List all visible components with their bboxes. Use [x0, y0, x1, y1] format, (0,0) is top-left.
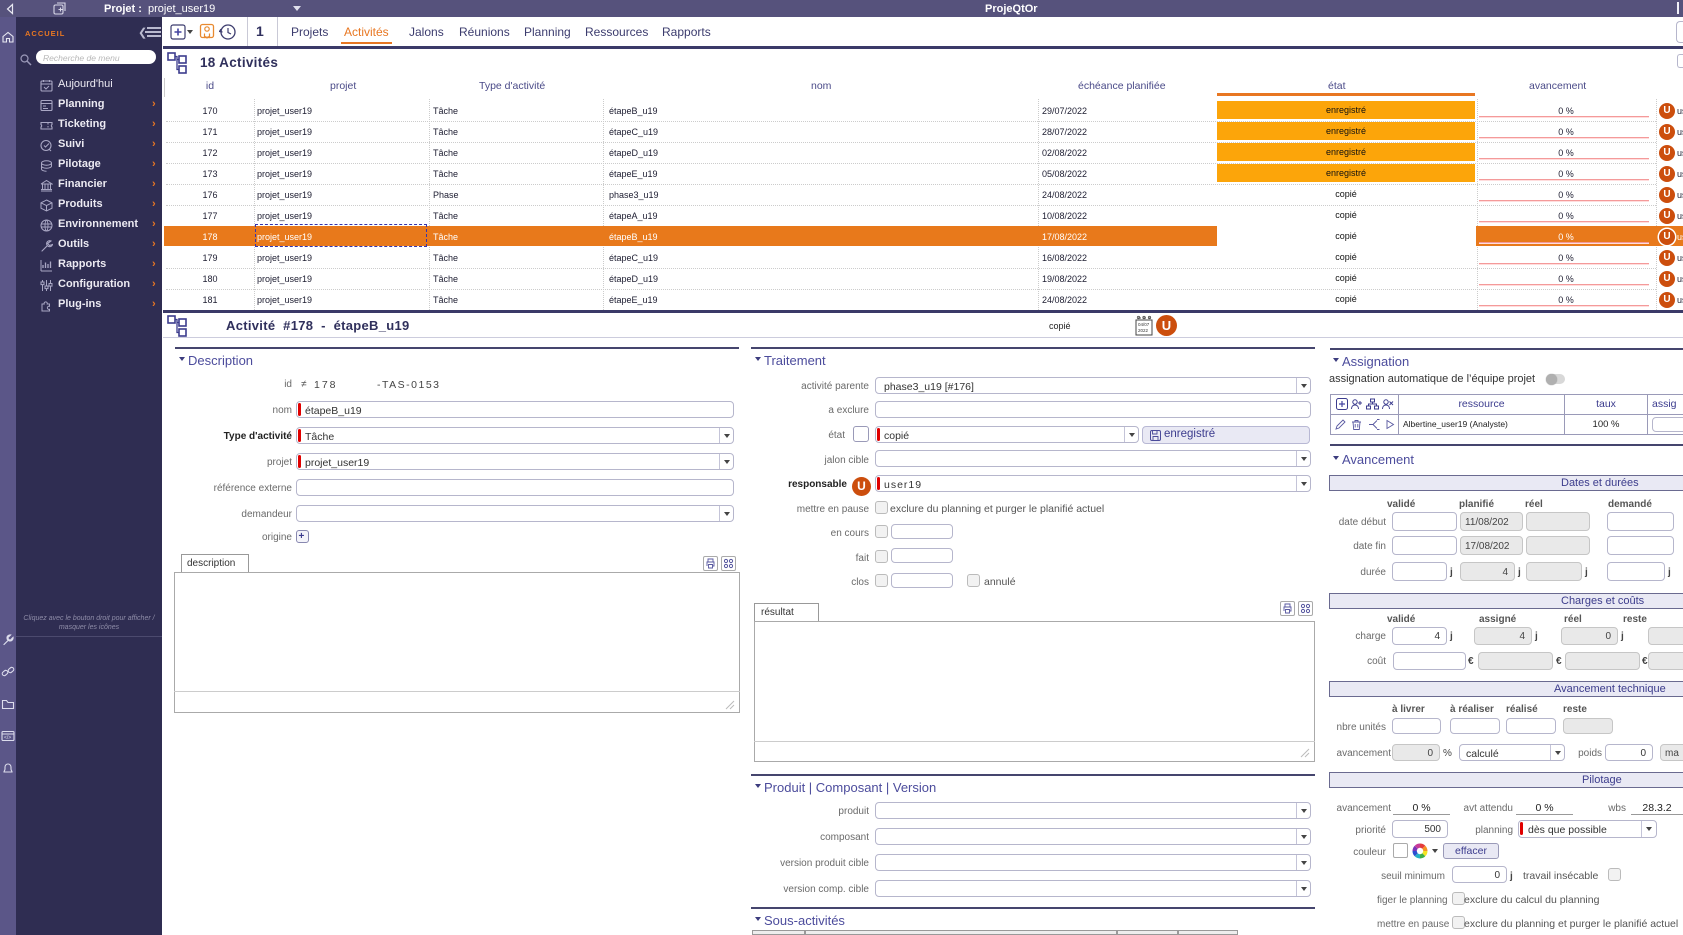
svg-text:04/07: 04/07: [1138, 322, 1150, 327]
svg-text:2022: 2022: [1138, 328, 1149, 333]
svg-text:</>: </>: [4, 735, 11, 741]
